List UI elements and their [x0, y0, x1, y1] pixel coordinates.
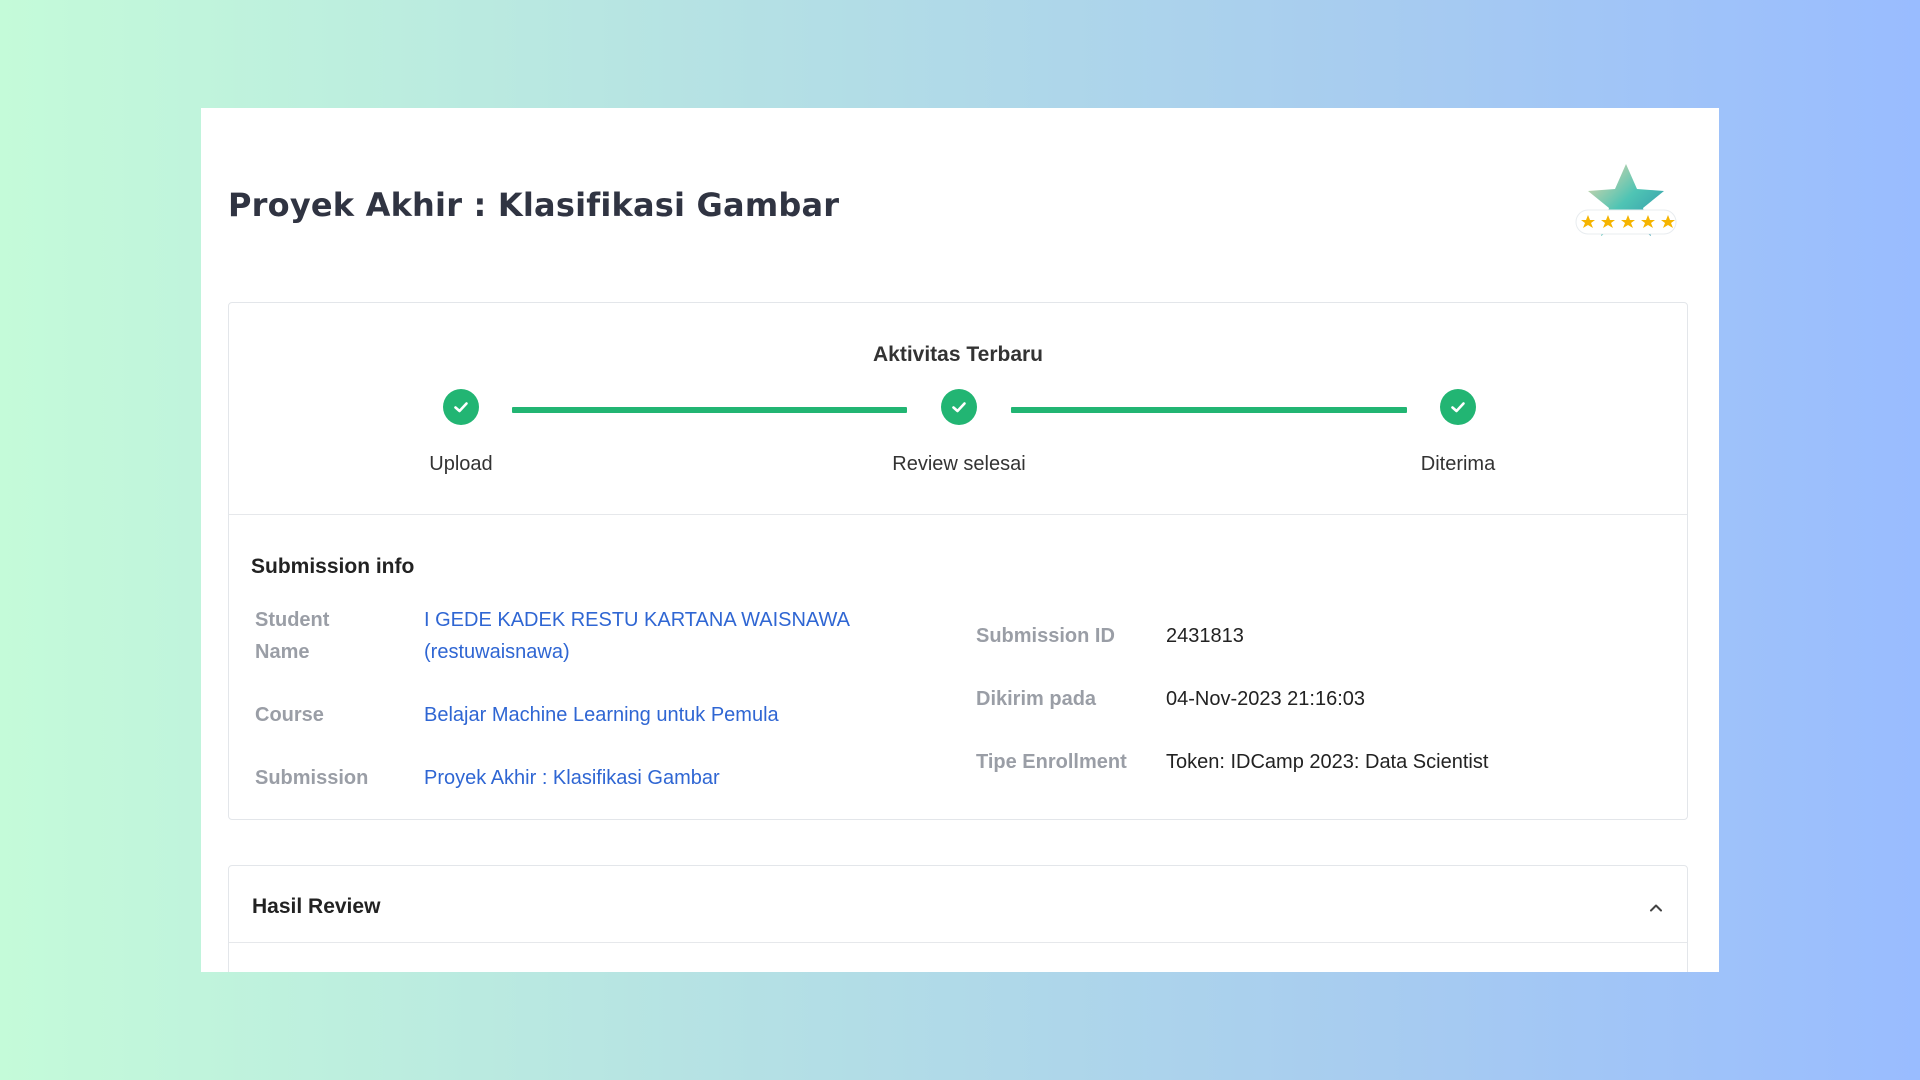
page-title: Proyek Akhir : Klasifikasi Gambar [228, 186, 840, 224]
submission-id-value: 2431813 [1166, 625, 1244, 647]
step-label-upload: Upload [429, 453, 493, 475]
activity-panel: Aktivitas Terbaru Upload Review selesai … [228, 302, 1688, 820]
student-name-value-line2: (restuwaisnawa) [424, 641, 570, 663]
step-review-check-icon [941, 389, 977, 425]
step-label-review: Review selesai [892, 453, 1026, 475]
submission-card: Proyek Akhir : Klasifikasi Gambar Aktivi… [201, 108, 1719, 972]
student-name-value-line1: I GEDE KADEK RESTU KARTANA WAISNAWA [424, 609, 851, 631]
review-divider [229, 942, 1687, 943]
submission-link[interactable]: Proyek Akhir : Klasifikasi Gambar [424, 762, 720, 794]
submission-id-label: Submission ID [976, 625, 1115, 647]
five-star-rating-badge-icon [1571, 164, 1681, 254]
student-name-link[interactable]: I GEDE KADEK RESTU KARTANA WAISNAWA (res… [424, 604, 850, 668]
course-link[interactable]: Belajar Machine Learning untuk Pemula [424, 699, 779, 731]
activity-divider [229, 514, 1687, 515]
student-name-label-line2: Name [255, 641, 310, 663]
step-accepted-check-icon [1440, 389, 1476, 425]
review-title: Hasil Review [252, 895, 381, 918]
step-connector-1 [512, 407, 907, 413]
enrollment-type-label: Tipe Enrollment [976, 751, 1127, 773]
course-label: Course [255, 704, 324, 726]
student-name-label-line1: Student [255, 609, 330, 631]
step-connector-2 [1011, 407, 1407, 413]
activity-title: Aktivitas Terbaru [873, 343, 1043, 366]
chevron-up-icon[interactable] [1644, 896, 1668, 920]
sent-at-label: Dikirim pada [976, 688, 1097, 710]
submission-info-title: Submission info [251, 555, 415, 578]
student-name-label: Student Name [255, 604, 329, 668]
sent-at-value: 04-Nov-2023 21:16:03 [1166, 688, 1366, 710]
step-label-accepted: Diterima [1420, 453, 1496, 475]
enrollment-type-value: Token: IDCamp 2023: Data Scientist [1166, 751, 1489, 773]
step-upload-check-icon [443, 389, 479, 425]
submission-label: Submission [255, 767, 369, 789]
review-panel: Hasil Review [228, 865, 1688, 972]
